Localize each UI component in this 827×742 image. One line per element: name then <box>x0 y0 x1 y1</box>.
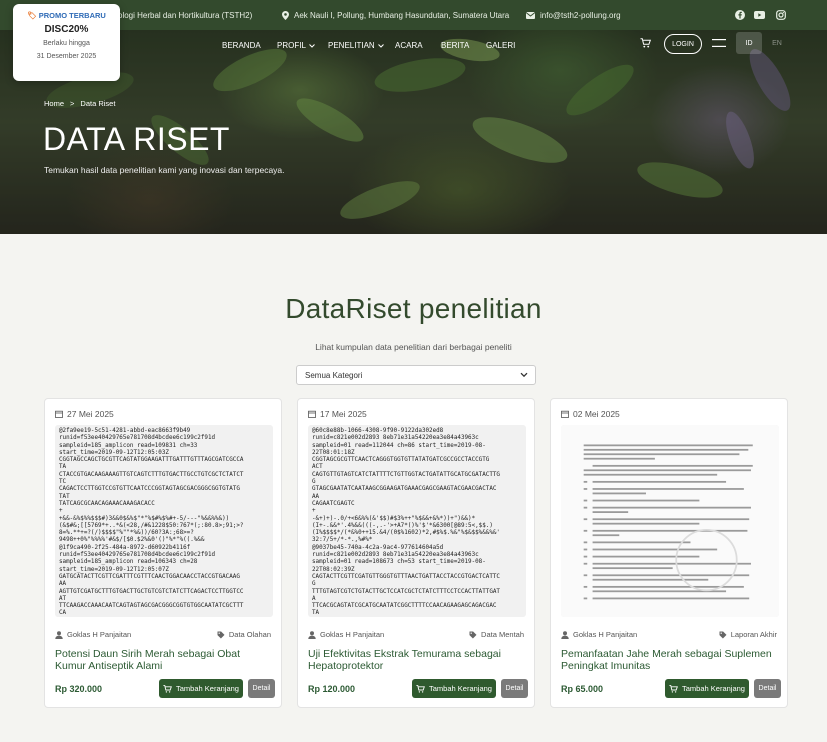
cart-icon <box>163 684 172 693</box>
card-category-label: Laporan Akhir <box>730 630 777 639</box>
card-title[interactable]: Pemanfaatan Jahe Merah sebagai Suplemen … <box>561 648 779 672</box>
tag-icon: 🏷 <box>27 11 37 20</box>
tag-icon <box>719 631 727 638</box>
card-author: Goklas H Panjaitan <box>561 630 637 639</box>
card-date-text: 27 Mei 2025 <box>67 409 114 419</box>
calendar-icon <box>308 410 316 418</box>
card-author-name: Goklas H Panjaitan <box>67 630 132 639</box>
hamburger-menu-icon[interactable] <box>712 39 726 47</box>
nav-galeri[interactable]: GALERI <box>486 41 515 50</box>
nav-berita[interactable]: BERITA <box>441 41 469 50</box>
detail-button[interactable]: Detail <box>754 679 781 698</box>
card-category-label: Data Olahan <box>228 630 271 639</box>
research-card[interactable]: 27 Mei 2025 @2fa9ee19-5c51-4281-abbd-eac… <box>44 398 282 708</box>
cart-icon[interactable] <box>640 38 651 48</box>
nav-beranda[interactable]: BERANDA <box>222 41 261 50</box>
promo-code: DISC20% <box>44 24 89 35</box>
breadcrumb-separator: > <box>70 99 75 108</box>
address-text: Aek Nauli I, Pollung, Humbang Hasundutan… <box>294 11 510 20</box>
user-icon <box>561 630 569 639</box>
promo-header-label: PROMO TERBARU <box>38 11 106 20</box>
promo-card[interactable]: 🏷 PROMO TERBARU DISC20% Berlaku hingga 3… <box>13 4 120 81</box>
promo-valid-label: Berlaku hingga <box>43 40 90 47</box>
top-info-bar: ologi Herbal dan Hortikultura (TSTH2) Ae… <box>0 0 827 30</box>
card-title[interactable]: Potensi Daun Sirih Merah sebagai Obat Ku… <box>55 648 273 672</box>
section-subtitle: Lihat kumpulan data penelitian dari berb… <box>315 342 512 352</box>
tag-icon <box>217 631 225 638</box>
add-to-cart-label: Tambah Keranjang <box>429 684 492 693</box>
envelope-icon <box>526 12 535 19</box>
section-title: DataRiset penelitian <box>285 293 542 324</box>
sequence-preview: @2fa9ee19-5c51-4281-abbd-eac8663f9b49 ru… <box>59 428 244 617</box>
promo-valid-date: 31 Desember 2025 <box>36 53 97 60</box>
nav-penelitian[interactable]: PENELITIAN <box>328 41 384 50</box>
nav-penelitian-label: PENELITIAN <box>328 41 375 50</box>
card-category: Data Olahan <box>217 630 271 639</box>
card-thumbnail: @60c8e88b-1066-4308-9f90-9122da302ed8 ru… <box>308 425 526 617</box>
card-author: Goklas H Panjaitan <box>55 630 131 639</box>
user-icon <box>308 630 316 639</box>
lang-id-button[interactable]: ID <box>736 32 762 54</box>
add-to-cart-button[interactable]: Tambah Keranjang <box>665 679 749 698</box>
location-pin-icon <box>282 11 289 20</box>
breadcrumb-home[interactable]: Home <box>44 99 64 108</box>
research-card[interactable]: 02 Mei 2025 Goklas H Panjaitan Laporan A… <box>550 398 788 708</box>
card-price: Rp 120.000 <box>308 684 356 694</box>
add-to-cart-button[interactable]: Tambah Keranjang <box>159 679 243 698</box>
card-author-name: Goklas H Panjaitan <box>573 630 638 639</box>
detail-button[interactable]: Detail <box>248 679 275 698</box>
chevron-down-icon <box>520 372 528 378</box>
instagram-icon[interactable] <box>775 9 786 20</box>
card-date: 17 Mei 2025 <box>308 409 367 419</box>
category-filter-select[interactable]: Semua Kategori <box>296 365 536 385</box>
nav-profil[interactable]: PROFIL <box>277 41 315 50</box>
document-preview-image <box>561 425 779 617</box>
user-icon <box>55 630 63 639</box>
card-author-name: Goklas H Panjaitan <box>320 630 385 639</box>
page-subtitle: Temukan hasil data penelitian kami yang … <box>44 165 285 175</box>
page-title: DATA RISET <box>43 121 230 157</box>
card-category: Laporan Akhir <box>719 630 777 639</box>
login-button[interactable]: LOGIN <box>664 34 702 54</box>
card-date: 02 Mei 2025 <box>561 409 620 419</box>
sequence-preview: @60c8e88b-1066-4308-9f90-9122da302ed8 ru… <box>312 428 500 617</box>
breadcrumb: Home > Data Riset <box>44 99 115 108</box>
org-name: ologi Herbal dan Hortikultura (TSTH2) <box>118 11 253 20</box>
tag-icon <box>469 631 477 638</box>
nav-acara[interactable]: ACARA <box>395 41 423 50</box>
nav-profil-label: PROFIL <box>277 41 306 50</box>
cart-icon <box>416 684 425 693</box>
card-date-text: 17 Mei 2025 <box>320 409 367 419</box>
card-category: Data Mentah <box>469 630 524 639</box>
card-date: 27 Mei 2025 <box>55 409 114 419</box>
facebook-icon[interactable] <box>734 9 745 20</box>
category-filter-value: Semua Kategori <box>305 370 363 380</box>
add-to-cart-label: Tambah Keranjang <box>176 684 239 693</box>
chevron-down-icon <box>309 43 315 48</box>
email-text[interactable]: info@tsth2-pollung.org <box>540 11 621 20</box>
calendar-icon <box>55 410 63 418</box>
card-author: Goklas H Panjaitan <box>308 630 384 639</box>
promo-header: 🏷 PROMO TERBARU <box>13 11 120 20</box>
lang-en-button[interactable]: EN <box>764 32 790 54</box>
card-price: Rp 320.000 <box>55 684 103 694</box>
research-card[interactable]: 17 Mei 2025 @60c8e88b-1066-4308-9f90-912… <box>297 398 535 708</box>
breadcrumb-current: Data Riset <box>80 99 116 108</box>
chevron-down-icon <box>377 43 384 48</box>
card-title[interactable]: Uji Efektivitas Ekstrak Temurama sebagai… <box>308 648 526 672</box>
address-info: Aek Nauli I, Pollung, Humbang Hasundutan… <box>282 11 509 20</box>
email-info[interactable]: info@tsth2-pollung.org <box>526 11 621 20</box>
card-date-text: 02 Mei 2025 <box>573 409 620 419</box>
card-thumbnail <box>561 425 779 617</box>
detail-button[interactable]: Detail <box>501 679 528 698</box>
add-to-cart-label: Tambah Keranjang <box>682 684 745 693</box>
card-thumbnail: @2fa9ee19-5c51-4281-abbd-eac8663f9b49 ru… <box>55 425 273 617</box>
cart-icon <box>669 684 678 693</box>
add-to-cart-button[interactable]: Tambah Keranjang <box>412 679 496 698</box>
card-category-label: Data Mentah <box>481 630 524 639</box>
card-price: Rp 65.000 <box>561 684 604 694</box>
youtube-icon[interactable] <box>754 9 765 20</box>
calendar-icon <box>561 410 569 418</box>
